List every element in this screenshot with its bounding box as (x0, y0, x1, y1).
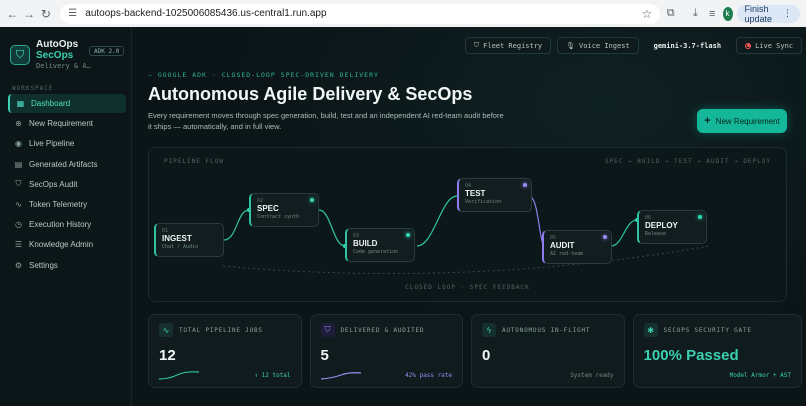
browser-toolbar: ← → ↻ ☰ autoops-backend-1025006085436.us… (0, 0, 806, 27)
main-content: ⛉ Fleet Registry 🎙 Voice Ingest gemini-3.7… (133, 27, 806, 406)
stage-spec[interactable]: 02 SPEC Contract synth (249, 193, 319, 227)
sidebar-item-new-requirement[interactable]: ⊕ New Requirement (8, 114, 126, 133)
bolt-icon: ϟ (482, 323, 497, 337)
pipeline-flow-label: PIPELINE FLOW (164, 158, 224, 165)
shield-logo-icon: ⛉ (10, 45, 30, 65)
stat-card-in-flight[interactable]: ϟ AUTONOMOUS IN-FLIGHT 0 System ready (471, 314, 625, 388)
page-title: Autonomous Agile Delivery & SecOps (148, 84, 473, 104)
sidebar-item-settings[interactable]: ⚙ Settings (8, 256, 126, 275)
gear-icon: ⚙ (14, 260, 23, 270)
top-actions: ⛉ Fleet Registry 🎙 Voice Ingest gemini-3.7… (464, 37, 802, 54)
stat-foot: Model Armor + AST (729, 372, 791, 379)
version-badge: ADK 2.0 (89, 46, 125, 56)
sidebar-item-secops-audit[interactable]: ⛉ SecOps Audit (8, 175, 126, 194)
database-icon: ☰ (14, 240, 23, 250)
brand[interactable]: ⛉ AutoOps SecOps Delivery & A… (10, 39, 91, 71)
more-icon: ⋮ (783, 8, 793, 18)
sidebar: ⛉ AutoOps SecOps Delivery & A… ADK 2.0 W… (0, 27, 132, 406)
plus-circle-icon: ⊕ (15, 119, 22, 129)
shield-icon: ⛉ (15, 179, 22, 189)
stat-cards: ∿ TOTAL PIPELINE JOBS 12 ↑ 12 total ⛉ DE… (148, 314, 802, 388)
play-circle-icon: ◉ (15, 139, 22, 149)
status-dot (310, 198, 314, 202)
stat-card-security-gate[interactable]: ✱ SECOPS SECURITY GATE 100% Passed Model… (632, 314, 802, 388)
connector-build-test (416, 195, 458, 247)
sidebar-item-dashboard[interactable]: ▦ Dashboard (8, 94, 126, 113)
new-requirement-button[interactable]: + New Requirement (697, 109, 787, 133)
stat-value: 5 (320, 347, 329, 364)
lock-icon: ✱ (643, 323, 658, 337)
file-icon: ▤ (14, 159, 23, 169)
record-icon (745, 42, 752, 49)
back-icon[interactable]: ← (6, 5, 19, 23)
feedback-loop (222, 245, 710, 275)
connector-ingest-spec (223, 209, 250, 241)
stat-foot: System ready (570, 372, 614, 379)
workspace-label: WORKSPACE (12, 85, 54, 92)
download-icon[interactable]: ⤓ (689, 5, 702, 23)
stat-value: 100% Passed (643, 347, 739, 364)
connector-spec-build (318, 209, 346, 247)
extensions-icon[interactable]: ⧉ (664, 5, 677, 23)
hero-eyebrow: — GOOGLE ADK · CLOSED-LOOP SPEC-DRIVEN D… (148, 71, 379, 79)
stage-audit[interactable]: 05 AUDIT AI red-team (542, 230, 612, 264)
status-dot (698, 215, 702, 219)
address-bar[interactable]: ☰ autoops-backend-1025006085436.us-centr… (60, 3, 661, 24)
stat-value: 0 (482, 347, 491, 364)
shield-icon: ⛉ (320, 323, 335, 337)
stage-deploy[interactable]: 06 DEPLOY Release (637, 210, 707, 244)
sidebar-item-knowledge-admin[interactable]: ☰ Knowledge Admin (8, 235, 126, 254)
stat-foot: ↑ 12 total (254, 372, 291, 379)
status-dot (523, 183, 527, 187)
stage-build[interactable]: 03 BUILD Code generation (345, 228, 415, 262)
stage-test[interactable]: 04 TEST Verification (457, 178, 532, 212)
live-sync-toggle[interactable]: Live Sync (736, 37, 802, 54)
site-info-icon[interactable]: ☰ (68, 8, 77, 19)
stage-ingest[interactable]: 01 INGEST Chat / Audio (154, 223, 224, 257)
dashboard-icon: ▦ (16, 99, 25, 108)
brand-tagline: Delivery & A… (36, 62, 91, 70)
sparkline-purple (320, 372, 361, 380)
reload-icon[interactable]: ↻ (40, 5, 53, 23)
stat-card-total-jobs[interactable]: ∿ TOTAL PIPELINE JOBS 12 ↑ 12 total (148, 314, 302, 388)
connector-audit-deploy (610, 219, 638, 247)
pipeline-footer-label: CLOSED LOOP · SPEC FEEDBACK (405, 284, 530, 291)
voice-ingest-button[interactable]: 🎙 Voice Ingest (557, 37, 639, 54)
url-text[interactable]: autoops-backend-1025006085436.us-central… (85, 8, 633, 19)
model-selector[interactable]: gemini-3.7-flash (645, 37, 730, 54)
finish-update-button[interactable]: Finish update ⋮ (736, 4, 801, 24)
status-dot (406, 233, 410, 237)
history-icon: ◷ (15, 220, 22, 230)
microphone-icon: 🎙 (566, 41, 576, 50)
sidebar-item-execution-history[interactable]: ◷ Execution History (8, 215, 126, 234)
profile-avatar[interactable]: k (722, 6, 733, 21)
pulse-icon: ∿ (15, 199, 22, 209)
status-dot (603, 235, 607, 239)
sidebar-item-live-pipeline[interactable]: ◉ Live Pipeline (8, 134, 126, 153)
forward-icon[interactable]: → (23, 5, 36, 23)
stat-foot: 42% pass rate (405, 372, 453, 379)
brand-name: AutoOps (36, 39, 79, 50)
media-icon[interactable]: ≡ (706, 5, 719, 23)
page-subtitle: Every requirement moves through spec gen… (148, 111, 504, 131)
plus-icon: + (704, 115, 711, 127)
pipeline-stages-label: SPEC → BUILD → TEST → AUDIT → DEPLOY (604, 158, 771, 165)
sidebar-nav: ▦ Dashboard ⊕ New Requirement ◉ Live Pipeli… (8, 94, 126, 276)
stat-value: 12 (159, 347, 176, 364)
sidebar-item-token-telemetry[interactable]: ∿ Token Telemetry (8, 195, 126, 214)
brand-subname: SecOps (36, 50, 74, 61)
bookmark-star-icon[interactable]: ☆ (642, 7, 653, 21)
sidebar-item-generated-artifacts[interactable]: ▤ Generated Artifacts (8, 155, 126, 174)
shield-icon: ⛉ (473, 41, 480, 49)
sparkline-teal (159, 371, 199, 380)
pipeline-flow-panel: PIPELINE FLOW SPEC → BUILD → TEST → AUDI… (148, 147, 787, 302)
stat-card-delivered[interactable]: ⛉ DELIVERED & AUDITED 5 42% pass rate (309, 314, 464, 388)
pulse-icon: ∿ (159, 323, 173, 337)
fleet-registry-button[interactable]: ⛉ Fleet Registry (464, 37, 552, 54)
